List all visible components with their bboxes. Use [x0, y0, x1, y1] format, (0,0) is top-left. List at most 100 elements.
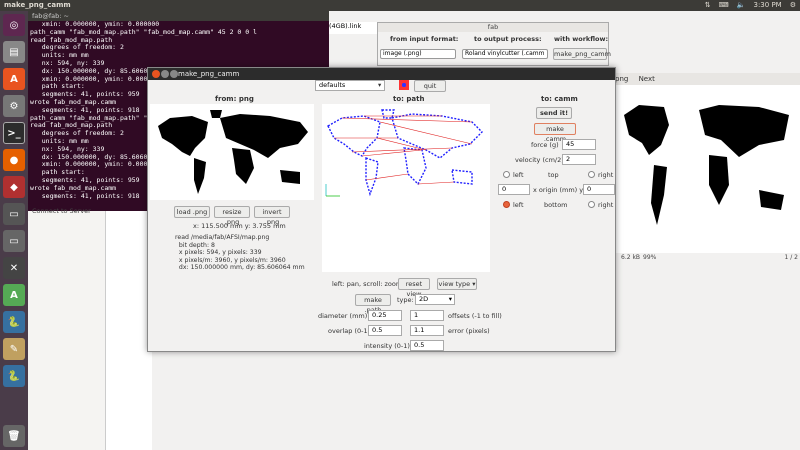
resize-png-button[interactable]: resize .png	[214, 206, 250, 226]
clock[interactable]: 3:30 PM	[754, 1, 782, 9]
diameter-label: diameter (mm)	[318, 312, 368, 320]
to-camm-header: to: camm	[541, 95, 578, 103]
from-png-header: from: png	[215, 95, 254, 103]
world-map-image	[158, 110, 308, 194]
file-manager-sidebar: Connect to Server	[28, 207, 106, 450]
origin-top-right-radio[interactable]	[588, 171, 595, 178]
viewer-toolbar: png Next	[609, 73, 800, 85]
top-right-label: right	[598, 171, 614, 179]
minimize-icon[interactable]	[161, 70, 169, 78]
with-workflow-label: with workflow:	[554, 35, 609, 43]
volume-icon[interactable]: 🔈	[737, 1, 746, 9]
updater-icon[interactable]: A	[3, 284, 25, 306]
python-icon[interactable]: 🐍	[3, 311, 25, 333]
software-center-icon[interactable]: A	[3, 68, 25, 90]
workflow-button[interactable]: make_png_camm	[553, 48, 611, 60]
dash-icon[interactable]: ◎	[3, 14, 25, 36]
dialog-title: make_png_camm	[178, 70, 240, 78]
origin-bottom-right-radio[interactable]	[588, 201, 595, 208]
force-input[interactable]: 45	[562, 139, 596, 150]
to-output-label: to output process:	[474, 35, 542, 43]
toolpath-plot	[325, 109, 483, 197]
origin-x-input[interactable]: 0	[498, 184, 530, 195]
quit-button[interactable]: quit	[414, 80, 446, 92]
maximize-icon[interactable]	[170, 70, 178, 78]
make-camm-button[interactable]: make .camm	[534, 123, 576, 143]
palette-icon[interactable]	[399, 80, 409, 90]
document-viewer: png Next 6.2 kB 99% 1 / 2	[609, 73, 800, 263]
close-icon[interactable]	[152, 70, 160, 78]
png-info-line: x pixels: 594, y pixels: 339	[175, 249, 262, 256]
network-icon[interactable]: ⇅	[705, 1, 711, 9]
view-type-label: view type	[438, 280, 471, 288]
python-icon-2[interactable]: 🐍	[3, 365, 25, 387]
top-panel: make_png_camm ⇅ ⌨ 🔈 3:30 PM ⚙	[0, 0, 800, 11]
bottom-left-label: left	[513, 201, 524, 209]
make-path-button[interactable]: make .path	[355, 294, 391, 314]
launcher: ◎ ▤ A ⚙ >_ ● ◆ ▭ ▭ ✕ A 🐍 ✎ 🐍 🗑	[0, 11, 28, 450]
png-info-line: read /media/fab/AFSI/map.png	[175, 234, 270, 241]
bottom-right-label: right	[598, 201, 614, 209]
png-preview[interactable]	[150, 104, 314, 200]
invert-png-button[interactable]: invert .png	[254, 206, 290, 226]
top-label: top	[548, 171, 559, 179]
path-preview[interactable]	[322, 104, 490, 272]
error-input[interactable]: 1.1	[410, 325, 444, 336]
chevron-down-icon: ▾	[448, 295, 452, 303]
power-gear-icon[interactable]: ⚙	[790, 1, 796, 9]
output-process-select[interactable]: Roland vinylcutter (.camm	[462, 49, 548, 59]
top-left-label: left	[513, 171, 524, 179]
to-path-header: to: path	[393, 95, 425, 103]
active-window-title: make_png_camm	[4, 1, 71, 9]
viewer-tab[interactable]: png	[615, 75, 628, 83]
page-indicator: 1 / 2	[784, 254, 798, 261]
png-info-line: dx: 150.000000 mm, dy: 85.606064 mm	[175, 264, 305, 271]
origin-label: x origin (mm) y	[533, 186, 584, 194]
view-type-select[interactable]: view type ▾	[437, 278, 477, 290]
origin-y-input[interactable]: 0	[583, 184, 615, 195]
input-format-select[interactable]: image (.png)	[380, 49, 456, 59]
settings-icon[interactable]: ⚙	[3, 95, 25, 117]
defaults-select[interactable]: defaults	[315, 80, 385, 91]
overlap-input[interactable]: 0.5	[368, 325, 402, 336]
origin-top-left-radio[interactable]	[503, 171, 510, 178]
velocity-label: velocity (cm/2)	[515, 156, 564, 164]
force-label: force (g)	[531, 141, 559, 149]
error-label: error (pixels)	[448, 327, 490, 335]
origin-bottom-left-radio[interactable]	[503, 201, 510, 208]
load-png-button[interactable]: load .png	[174, 206, 210, 218]
reset-view-button[interactable]: reset view	[398, 278, 430, 298]
drive-icon-2[interactable]: ▭	[3, 230, 25, 252]
system-tray: ⇅ ⌨ 🔈 3:30 PM ⚙	[705, 1, 796, 9]
dialog-titlebar[interactable]: make_png_camm	[148, 68, 615, 80]
make-png-camm-dialog: make_png_camm defaults ▾ quit from: png …	[147, 67, 616, 352]
terminal-icon[interactable]: >_	[3, 122, 25, 144]
viewer-map-image	[624, 105, 789, 225]
connect-to-server[interactable]: Connect to Server	[32, 207, 91, 215]
send-it-button[interactable]: send it!	[536, 107, 572, 119]
chevron-down-icon: ▾	[472, 280, 476, 288]
notes-icon[interactable]: ✎	[3, 338, 25, 360]
intensity-input[interactable]: 0.5	[410, 340, 444, 351]
zoom-level: 99%	[643, 254, 657, 261]
chevron-down-icon[interactable]: ▾	[378, 81, 381, 89]
trash-icon[interactable]: 🗑	[3, 425, 25, 447]
png-info-line: bit depth: 8	[175, 241, 215, 249]
type-select[interactable]: 2D ▾	[415, 294, 455, 305]
intensity-label: intensity (0-1)	[364, 342, 410, 350]
drive-icon[interactable]: ▭	[3, 203, 25, 225]
firefox-icon[interactable]: ●	[3, 149, 25, 171]
overlap-label: overlap (0-1)	[328, 327, 371, 335]
cursor-coordinates: x: 115.500 mm y: 3.755 mm	[193, 222, 286, 230]
keyboard-icon[interactable]: ⌨	[719, 1, 729, 9]
diameter-input[interactable]: 0.25	[368, 310, 402, 321]
files-icon[interactable]: ▤	[3, 41, 25, 63]
app-red-icon[interactable]: ◆	[3, 176, 25, 198]
next-button[interactable]: Next	[639, 75, 655, 83]
offsets-input[interactable]: 1	[410, 310, 444, 321]
file-link-item[interactable]: (4GB).link	[329, 22, 377, 34]
tools-icon[interactable]: ✕	[3, 257, 25, 279]
fab-window: fab from input format: to output process…	[377, 22, 611, 66]
velocity-input[interactable]: 2	[562, 154, 596, 165]
from-input-label: from input format:	[390, 35, 459, 43]
